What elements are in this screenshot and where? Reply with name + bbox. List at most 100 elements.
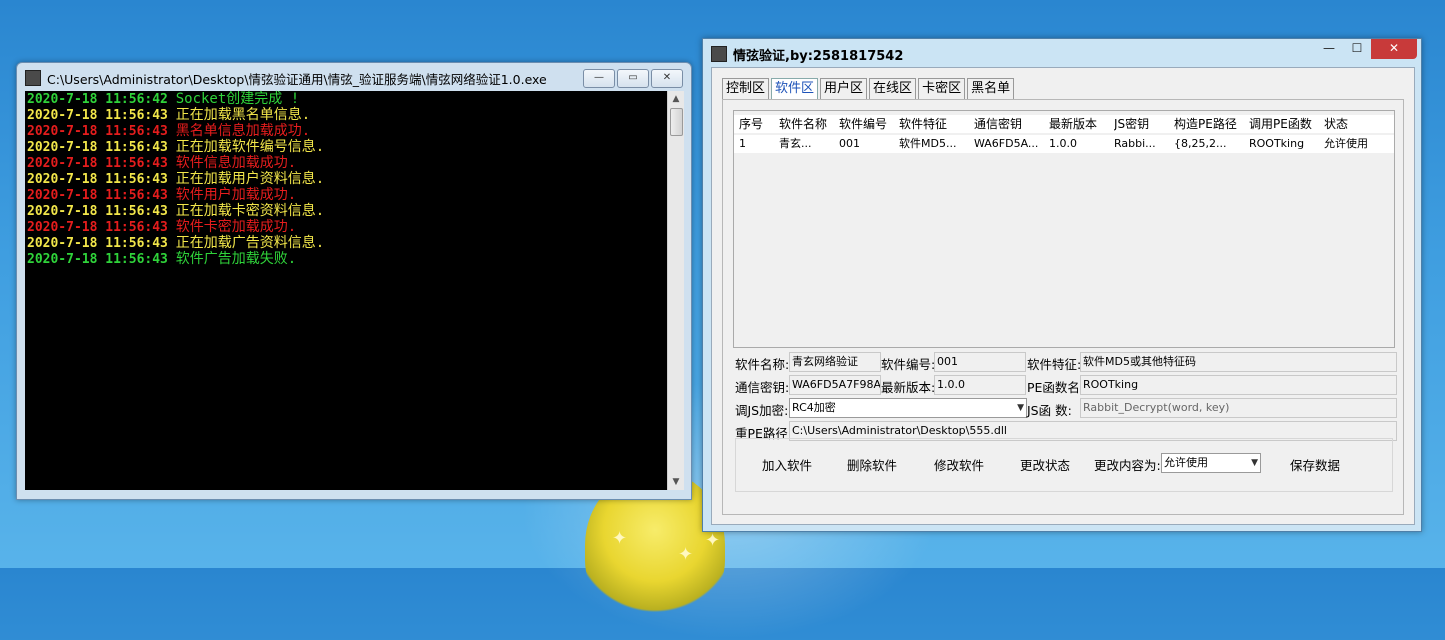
software-id-label: 软件编号:	[881, 357, 936, 372]
console-window-controls: — ▭ ✕	[583, 69, 683, 88]
app-body: 控制区 软件区 用户区 在线区 卡密区 黑名单 序号 软件名称 软件编号 软件特征 通信密钥 最新版…	[711, 67, 1415, 525]
console-line-timestamp: 2020-7-18 11:56:43	[27, 252, 168, 267]
table-row[interactable]: 1 青玄... 001 软件MD5... WA6FD5A... 1.0.0 Rabbi...…	[734, 135, 1394, 153]
console-line-message: 正在加载广告资料信息.	[175, 235, 325, 251]
table-cell: ROOTking	[1249, 137, 1305, 150]
sparkle-icon: ✦	[678, 544, 694, 565]
table-cell: {8,25,2...	[1174, 137, 1227, 150]
console-scrollbar[interactable]: ▲ ▼	[667, 91, 684, 490]
scroll-thumb[interactable]	[670, 108, 683, 136]
tab-2[interactable]: 用户区	[820, 78, 868, 99]
console-line: 2020-7-18 11:56:42 Socket创建完成 !	[25, 91, 667, 107]
console-line: 2020-7-18 11:56:43 软件用户加载成功.	[25, 187, 667, 203]
column-header[interactable]: 状态	[1324, 115, 1348, 133]
console-line-message: 软件卡密加载成功.	[175, 219, 297, 235]
software-feature-label: 软件特征:	[1027, 357, 1082, 372]
minimize-button[interactable]: —	[583, 69, 615, 88]
console-line-message: 正在加载用户资料信息.	[175, 171, 325, 187]
maximize-button[interactable]: ☐	[1343, 39, 1371, 59]
scroll-up-icon[interactable]: ▲	[668, 91, 684, 107]
close-button[interactable]: ✕	[651, 69, 683, 88]
console-line-timestamp: 2020-7-18 11:56:43	[27, 108, 168, 123]
js-encrypt-label: 调JS加密:	[735, 403, 789, 418]
console-line-message: 正在加载软件编号信息.	[175, 139, 325, 155]
software-name-field[interactable]: 青玄网络验证	[789, 352, 881, 372]
tab-5[interactable]: 黑名单	[967, 78, 1015, 99]
console-line: 2020-7-18 11:56:43 黑名单信息加载成功.	[25, 123, 667, 139]
scroll-down-icon[interactable]: ▼	[668, 474, 684, 490]
table-cell: 1	[739, 137, 746, 150]
console-line-message: 软件广告加载失败.	[175, 251, 297, 267]
console-line: 2020-7-18 11:56:43 正在加载用户资料信息.	[25, 171, 667, 187]
console-line-timestamp: 2020-7-18 11:56:43	[27, 124, 168, 139]
console-line: 2020-7-18 11:56:43 正在加载卡密资料信息.	[25, 203, 667, 219]
js-function-field[interactable]: Rabbit_Decrypt(word, key)	[1080, 398, 1397, 418]
app-window: 情弦验证,by:2581817542 — ☐ ✕ 控制区 软件区 用户区 在线区 卡密区…	[702, 38, 1422, 532]
sparkle-icon: ✦	[612, 528, 628, 549]
software-table: 序号 软件名称 软件编号 软件特征 通信密钥 最新版本 JS密钥 构造PE路径 调用PE函数 状态…	[733, 110, 1395, 348]
pe-function-label: PE函数名:	[1027, 380, 1085, 395]
table-cell: Rabbi...	[1114, 137, 1156, 150]
js-encrypt-select[interactable]: RC4加密 ▼	[789, 398, 1027, 418]
column-header[interactable]: 序号	[739, 115, 763, 133]
software-feature-field[interactable]: 软件MD5或其他特征码	[1080, 352, 1397, 372]
comm-key-field[interactable]: WA6FD5A7F98A9G	[789, 375, 881, 395]
console-line-message: Socket创建完成 !	[175, 91, 300, 107]
sparkle-icon: ✦	[705, 530, 721, 551]
console-line-timestamp: 2020-7-18 11:56:43	[27, 188, 168, 203]
console-line: 2020-7-18 11:56:43 软件广告加载失败.	[25, 251, 667, 267]
change-to-label: 更改内容为:	[1094, 458, 1161, 473]
table-cell: 001	[839, 137, 860, 150]
delete-software-button[interactable]: 删除软件	[847, 455, 897, 474]
close-button[interactable]: ✕	[1371, 39, 1417, 59]
tab-3[interactable]: 在线区	[869, 78, 917, 99]
latest-version-field[interactable]: 1.0.0	[934, 375, 1026, 395]
table-cell: 青玄...	[779, 137, 812, 150]
console-line-timestamp: 2020-7-18 11:56:43	[27, 156, 168, 171]
modify-software-button[interactable]: 修改软件	[934, 455, 984, 474]
column-header[interactable]: JS密钥	[1114, 115, 1149, 133]
tab-0[interactable]: 控制区	[722, 78, 770, 99]
console-window: C:\Users\Administrator\Desktop\情弦验证通用\情弦…	[16, 62, 692, 500]
table-cell: 允许使用	[1324, 137, 1368, 150]
add-software-button[interactable]: 加入软件	[762, 455, 812, 474]
console-line-timestamp: 2020-7-18 11:56:43	[27, 204, 168, 219]
console-line-timestamp: 2020-7-18 11:56:43	[27, 220, 168, 235]
console-line-timestamp: 2020-7-18 11:56:43	[27, 140, 168, 155]
minimize-button[interactable]: —	[1315, 39, 1343, 59]
save-data-button[interactable]: 保存数据	[1290, 455, 1340, 474]
column-header[interactable]: 调用PE函数	[1249, 115, 1312, 133]
console-line-timestamp: 2020-7-18 11:56:43	[27, 236, 168, 251]
console-line-timestamp: 2020-7-18 11:56:42	[27, 92, 168, 107]
column-header[interactable]: 软件特征	[899, 115, 947, 133]
table-header: 序号 软件名称 软件编号 软件特征 通信密钥 最新版本 JS密钥 构造PE路径 调用PE函数 状态	[734, 115, 1394, 133]
console-line: 2020-7-18 11:56:43 正在加载广告资料信息.	[25, 235, 667, 251]
console-line-message: 正在加载卡密资料信息.	[175, 203, 325, 219]
pe-function-field[interactable]: ROOTking	[1080, 375, 1397, 395]
console-app-icon	[25, 70, 41, 86]
console-line: 2020-7-18 11:56:43 正在加载黑名单信息.	[25, 107, 667, 123]
software-id-field[interactable]: 001	[934, 352, 1026, 372]
status-select[interactable]: 允许使用 ▼	[1161, 453, 1261, 473]
software-name-label: 软件名称:	[735, 357, 790, 372]
maximize-button[interactable]: ▭	[617, 69, 649, 88]
column-header[interactable]: 通信密钥	[974, 115, 1022, 133]
column-header[interactable]: 构造PE路径	[1174, 115, 1237, 133]
console-line: 2020-7-18 11:56:43 软件卡密加载成功.	[25, 219, 667, 235]
column-header[interactable]: 最新版本	[1049, 115, 1097, 133]
console-line-message: 软件信息加载成功.	[175, 155, 297, 171]
console-line: 2020-7-18 11:56:43 软件信息加载成功.	[25, 155, 667, 171]
console-line-message: 软件用户加载成功.	[175, 187, 297, 203]
comm-key-label: 通信密钥:	[735, 380, 790, 395]
tab-4[interactable]: 卡密区	[918, 78, 966, 99]
chevron-down-icon: ▼	[1251, 458, 1258, 468]
tab-1[interactable]: 软件区	[771, 78, 819, 99]
app-window-controls: — ☐ ✕	[1315, 39, 1417, 59]
column-header[interactable]: 软件名称	[779, 115, 827, 133]
latest-version-label: 最新版本:	[881, 380, 936, 395]
js-function-label: JS函 数:	[1027, 403, 1072, 418]
tab-bar: 控制区 软件区 用户区 在线区 卡密区 黑名单	[722, 78, 1015, 99]
column-header[interactable]: 软件编号	[839, 115, 887, 133]
chevron-down-icon: ▼	[1017, 403, 1024, 413]
change-status-button[interactable]: 更改状态	[1020, 455, 1070, 474]
